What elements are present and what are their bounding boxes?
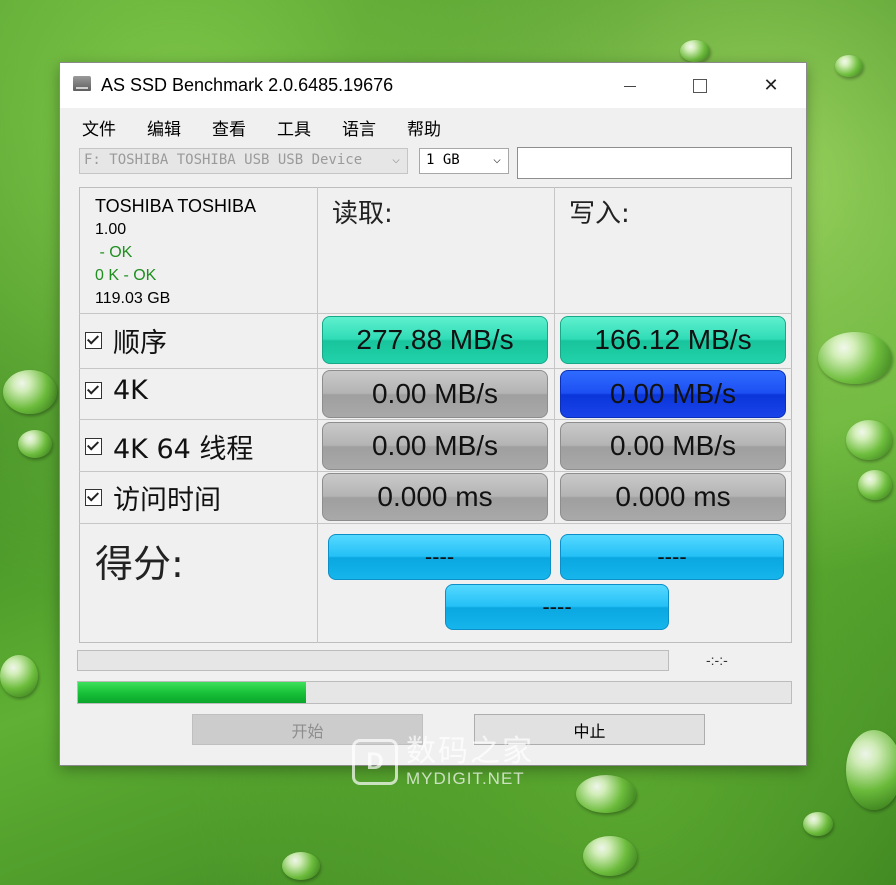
water-drop	[583, 836, 637, 876]
maximize-icon	[693, 78, 707, 93]
close-button[interactable]: ✕	[736, 63, 806, 108]
water-drop	[18, 430, 52, 458]
test-progress-bar	[77, 650, 669, 671]
write-score: ----	[560, 534, 784, 580]
device-info: TOSHIBA TOSHIBA 1.00 - OK 0 K - OK 119.0…	[95, 195, 256, 310]
menu-view[interactable]: 查看	[212, 115, 246, 140]
water-drop	[846, 730, 896, 810]
menu-help[interactable]: 帮助	[407, 115, 441, 140]
access-write-result: 0.000 ms	[560, 473, 786, 521]
total-score: ----	[445, 584, 669, 630]
row-label-text: 顺序	[113, 328, 167, 359]
water-drop	[0, 655, 38, 697]
menu-language[interactable]: 语言	[342, 115, 376, 140]
overall-progress-bar	[77, 681, 792, 704]
row-seq-label[interactable]: 顺序	[85, 321, 167, 360]
menu-bar: 文件 编辑 查看 工具 语言 帮助	[82, 115, 472, 140]
grid-divider	[79, 368, 792, 369]
drive-select[interactable]: F: TOSHIBA TOSHIBA USB USB Device ⌵	[79, 148, 408, 174]
write-header: 写入:	[569, 199, 630, 229]
grid-divider	[79, 523, 792, 524]
4k64-write-result: 0.00 MB/s	[560, 422, 786, 470]
4k-read-result: 0.00 MB/s	[322, 370, 548, 418]
row-label-text: 访问时间	[113, 485, 221, 516]
watermark: D 数码之家 MYDIGIT.NET	[352, 735, 534, 789]
driver-status: - OK	[95, 244, 133, 261]
water-drop	[803, 812, 833, 836]
water-drop	[282, 852, 320, 880]
access-read-result: 0.000 ms	[322, 473, 548, 521]
4k-checkbox[interactable]	[85, 382, 102, 399]
access-checkbox[interactable]	[85, 489, 102, 506]
water-drop	[576, 775, 636, 813]
chevron-down-icon: ⌵	[392, 152, 400, 167]
grid-divider	[554, 187, 555, 524]
drive-icon	[73, 76, 91, 91]
score-label: 得分:	[95, 542, 184, 586]
grid-divider	[79, 419, 792, 420]
watermark-logo: D	[352, 739, 398, 785]
drive-select-value: F: TOSHIBA TOSHIBA USB USB Device	[84, 152, 363, 168]
chevron-down-icon: ⌵	[493, 152, 501, 167]
4k64-read-result: 0.00 MB/s	[322, 422, 548, 470]
water-drop	[846, 420, 892, 460]
test-size-value: 1 GB	[426, 152, 460, 168]
watermark-cn: 数码之家	[406, 734, 534, 769]
title-bar[interactable]: AS SSD Benchmark 2.0.6485.19676 ✕	[60, 63, 806, 108]
grid-divider	[79, 313, 792, 314]
grid-divider	[79, 471, 792, 472]
seq-write-result: 166.12 MB/s	[560, 316, 786, 364]
minimize-button[interactable]	[595, 63, 665, 108]
menu-file[interactable]: 文件	[82, 115, 116, 140]
elapsed-timer: -:-:-	[706, 652, 728, 668]
4k64-checkbox[interactable]	[85, 438, 102, 455]
watermark-en: MYDIGIT.NET	[406, 769, 525, 788]
close-icon: ✕	[763, 75, 779, 96]
grid-divider	[317, 187, 318, 643]
water-drop	[835, 55, 863, 77]
menu-edit[interactable]: 编辑	[147, 115, 181, 140]
seq-read-result: 277.88 MB/s	[322, 316, 548, 364]
watermark-text: 数码之家 MYDIGIT.NET	[406, 735, 534, 789]
read-score: ----	[328, 534, 551, 580]
water-drop	[3, 370, 57, 414]
device-capacity: 119.03 GB	[95, 290, 171, 307]
app-window: AS SSD Benchmark 2.0.6485.19676 ✕ 文件 编辑 …	[60, 63, 806, 765]
water-drop	[858, 470, 892, 500]
minimize-icon	[624, 86, 636, 87]
firmware-version: 1.00	[95, 221, 127, 238]
seq-checkbox[interactable]	[85, 332, 102, 349]
maximize-button[interactable]	[665, 63, 735, 108]
water-drop	[818, 332, 892, 384]
row-4k64-label[interactable]: 4K 64 线程	[85, 427, 253, 466]
read-header: 读取:	[332, 199, 393, 229]
4k-write-result: 0.00 MB/s	[560, 370, 786, 418]
water-drop	[680, 40, 710, 62]
row-access-label[interactable]: 访问时间	[85, 478, 221, 517]
row-4k-label[interactable]: 4K	[85, 375, 148, 406]
alignment-status: 0 K - OK	[95, 267, 157, 284]
menu-tools[interactable]: 工具	[277, 115, 311, 140]
window-title: AS SSD Benchmark 2.0.6485.19676	[101, 75, 394, 95]
device-name: TOSHIBA TOSHIBA	[95, 196, 257, 216]
row-label-text: 4K	[113, 375, 148, 406]
status-field[interactable]	[517, 147, 792, 179]
overall-progress-fill	[78, 682, 307, 703]
row-label-text: 4K 64 线程	[113, 434, 254, 465]
test-size-select[interactable]: 1 GB ⌵	[419, 148, 509, 174]
